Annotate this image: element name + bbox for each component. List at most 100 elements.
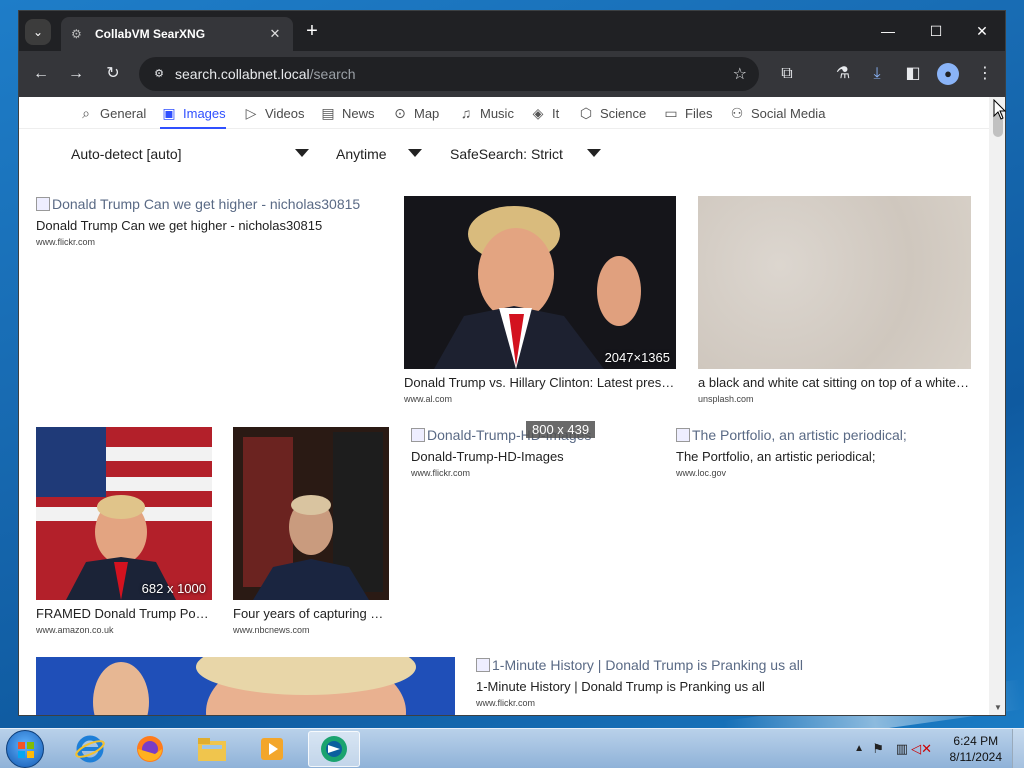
tab-map[interactable]: ⊙ Map [391, 101, 439, 125]
result-title[interactable]: Donald Trump Can we get higher - nichola… [36, 218, 386, 233]
result-thumbnail[interactable]: 682 x 1000 [36, 427, 212, 600]
extensions-icon[interactable]: ⧉ [775, 62, 799, 86]
result-url: www.al.com [404, 394, 453, 404]
tab-it[interactable]: ◈ It [529, 101, 560, 125]
close-window-button[interactable]: ✕ [959, 19, 1005, 43]
image-result[interactable]: a black and white cat sitting on top of … [698, 196, 971, 404]
thumbnail-art [36, 427, 212, 600]
tab-files[interactable]: ▭ Files [662, 101, 712, 125]
image-result[interactable]: The Portfolio, an artistic periodical; T… [676, 427, 966, 478]
maximize-button[interactable]: ☐ [913, 19, 959, 43]
broken-image[interactable]: The Portfolio, an artistic periodical; [676, 427, 966, 443]
result-url: www.flickr.com [36, 237, 96, 247]
image-result[interactable]: 1-Minute History | Donald Trump is Prank… [476, 657, 896, 708]
result-thumbnail[interactable] [36, 657, 455, 715]
tab-general[interactable]: ⌕ General [77, 101, 146, 125]
safesearch-select[interactable]: SafeSearch: Strict [450, 143, 563, 165]
result-title[interactable]: a black and white cat sitting on top of … [698, 375, 971, 390]
image-dimensions: 682 x 1000 [141, 581, 206, 596]
side-panel-icon[interactable]: ◧ [901, 62, 925, 86]
page-scrollbar[interactable]: ▼ [989, 97, 1005, 715]
tab-search-button[interactable]: ⌄ [25, 19, 51, 45]
image-result[interactable]: Four years of capturing … www.nbcnews.co… [233, 427, 389, 635]
result-title[interactable]: Donald-Trump-HD-Images [411, 449, 651, 464]
volume-muted-icon[interactable]: ◁✕ [911, 741, 932, 757]
url-path: /search [309, 66, 356, 82]
play-icon: ▷ [245, 105, 257, 121]
show-hidden-icons-icon[interactable]: ▲ [854, 743, 864, 754]
image-result[interactable]: Donald Trump Can we get higher - nichola… [36, 196, 386, 247]
menu-kebab-icon[interactable]: ⋮ [973, 62, 997, 86]
bookmark-star-icon[interactable]: ☆ [733, 64, 747, 84]
image-dimensions: 2047×1365 [604, 350, 670, 365]
result-url: www.flickr.com [476, 698, 536, 708]
layers-icon: ◈ [532, 105, 544, 121]
tab-science[interactable]: ⬡ Science [577, 101, 646, 125]
result-url: www.nbcnews.com [233, 625, 310, 635]
image-result[interactable] [36, 657, 455, 715]
chevron-down-icon[interactable] [587, 149, 601, 157]
broken-image-icon [411, 428, 425, 442]
taskbar: ▲ ⚑ ▥ ◁✕ 6:24 PM 8/11/2024 [0, 728, 1024, 768]
scroll-down-icon[interactable]: ▼ [993, 703, 1003, 713]
result-url: www.loc.gov [676, 468, 727, 478]
labs-flask-icon[interactable]: ⚗ [831, 62, 855, 86]
result-thumbnail[interactable] [233, 427, 389, 600]
back-icon[interactable]: ← [29, 62, 53, 86]
category-bar: ⌕ General ▣ Images ▷ Videos ▤ News ⊙ Map ♫ Mus… [19, 97, 989, 129]
address-bar[interactable]: ⚙ search.collabnet.local/search ☆ [139, 57, 759, 91]
show-desktop-button[interactable] [1012, 729, 1024, 768]
browser-window: ⌄ ⚙ CollabVM SearXNG ✕ + — ☐ ✕ ← → ↻ ⚙ s… [18, 10, 1006, 716]
tab-images[interactable]: ▣ Images [160, 101, 226, 129]
new-tab-button[interactable]: + [301, 21, 323, 43]
result-title[interactable]: FRAMED Donald Trump Po… [36, 606, 212, 621]
tab-news[interactable]: ▤ News [319, 101, 374, 125]
result-title[interactable]: 1-Minute History | Donald Trump is Prank… [476, 679, 896, 694]
result-title[interactable]: Donald Trump vs. Hillary Clinton: Latest… [404, 375, 677, 390]
result-thumbnail[interactable] [698, 196, 971, 369]
profile-avatar-icon[interactable]: ● [937, 63, 959, 85]
tab-music[interactable]: ♫ Music [457, 101, 514, 125]
tab-active[interactable]: ⚙ CollabVM SearXNG ✕ [61, 17, 293, 51]
site-favicon-icon: ⚙ [71, 27, 82, 41]
mouse-cursor-icon [993, 99, 1007, 120]
music-note-icon: ♫ [460, 105, 472, 121]
result-title[interactable]: The Portfolio, an artistic periodical; [676, 449, 966, 464]
tab-close-icon[interactable]: ✕ [265, 26, 285, 42]
internet-explorer-icon[interactable] [64, 731, 116, 767]
broken-image[interactable]: 1-Minute History | Donald Trump is Prank… [476, 657, 896, 673]
tab-social-media[interactable]: ⚇ Social Media [728, 101, 826, 125]
language-select[interactable]: Auto-detect [auto] [71, 143, 182, 165]
firefox-icon[interactable] [124, 731, 176, 767]
media-player-icon[interactable] [246, 731, 298, 767]
network-icon[interactable]: ▥ [896, 741, 908, 757]
image-result[interactable]: 682 x 1000 FRAMED Donald Trump Po… www.a… [36, 427, 212, 635]
image-result[interactable]: 2047×1365 Donald Trump vs. Hillary Clint… [404, 196, 677, 404]
start-button[interactable] [6, 730, 44, 768]
reload-icon[interactable]: ↻ [101, 62, 125, 86]
broken-image[interactable]: Donald Trump Can we get higher - nichola… [36, 196, 386, 212]
tab-title: CollabVM SearXNG [95, 27, 206, 41]
result-url: www.amazon.co.uk [36, 625, 114, 635]
hover-dimensions-tooltip: 800 x 439 [526, 421, 596, 438]
broken-image-icon [476, 658, 490, 672]
chevron-down-icon[interactable] [408, 149, 422, 157]
tab-videos[interactable]: ▷ Videos [242, 101, 305, 125]
download-icon[interactable]: ⤓ [865, 62, 889, 86]
browser-app-icon[interactable] [308, 731, 360, 767]
minimize-button[interactable]: — [865, 19, 911, 43]
forward-icon[interactable]: → [64, 62, 88, 86]
result-url: unsplash.com [698, 394, 754, 404]
site-info-icon[interactable]: ⚙ [149, 64, 169, 84]
chevron-down-icon[interactable] [295, 149, 309, 157]
time-range-select[interactable]: Anytime [336, 143, 387, 165]
clock[interactable]: 6:24 PM 8/11/2024 [950, 733, 1003, 765]
file-explorer-icon[interactable] [186, 731, 238, 767]
map-pin-icon: ⊙ [394, 105, 406, 121]
result-thumbnail[interactable]: 2047×1365 [404, 196, 676, 369]
result-title[interactable]: Four years of capturing … [233, 606, 389, 621]
files-icon: ▭ [664, 105, 678, 121]
flag-icon[interactable]: ⚑ [872, 741, 884, 757]
tab-strip: ⌄ ⚙ CollabVM SearXNG ✕ + — ☐ ✕ [19, 11, 1005, 51]
newspaper-icon: ▤ [321, 105, 335, 121]
